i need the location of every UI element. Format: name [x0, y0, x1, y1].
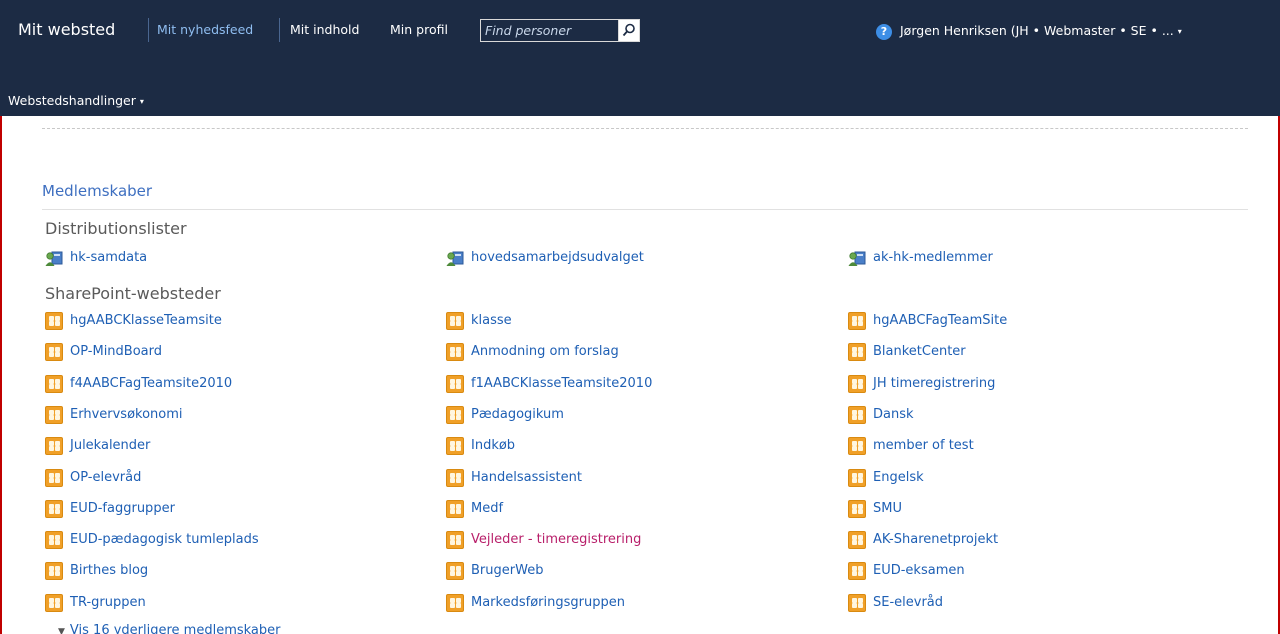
sharepoint-site-icon — [45, 531, 63, 550]
sharepoint-site-icon — [45, 562, 63, 581]
chevron-down-icon: ▾ — [1177, 27, 1182, 36]
item-link-label[interactable]: Pædagogikum — [471, 407, 564, 422]
sharepoint-site-icon — [848, 343, 866, 362]
item-link-label[interactable]: EUD-eksamen — [873, 563, 965, 578]
item-link-label[interactable]: EUD-pædagogisk tumleplads — [70, 532, 259, 547]
sharepoint-site-icon — [848, 562, 866, 581]
dashed-divider — [42, 128, 1248, 129]
sharepoint-site-icon — [45, 343, 63, 362]
nav-link-my-content[interactable]: Mit indhold — [290, 22, 359, 37]
item-link-label[interactable]: TR-gruppen — [70, 595, 146, 610]
site-actions-menu[interactable]: Webstedshandlinger ▾ — [8, 93, 144, 108]
item-link-label[interactable]: hovedsamarbejdsudvalget — [471, 250, 644, 265]
distribution-list-icon — [45, 251, 63, 266]
sharepoint-site-icon — [848, 437, 866, 456]
top-ribbon: Mit websted Mit nyhedsfeed Mit indhold M… — [0, 0, 1280, 116]
section-title-memberships: Medlemskaber — [42, 182, 153, 200]
item-link-label[interactable]: Erhvervsøkonomi — [70, 407, 183, 422]
search-button[interactable] — [618, 20, 639, 41]
sharepoint-site-icon — [45, 437, 63, 456]
people-search — [480, 19, 640, 42]
distribution-list-icon — [446, 251, 464, 266]
item-link-label[interactable]: hgAABCKlasseTeamsite — [70, 313, 222, 328]
item-link-label[interactable]: f1AABCKlasseTeamsite2010 — [471, 376, 652, 391]
site-title[interactable]: Mit websted — [18, 20, 115, 39]
item-link-label[interactable]: ak-hk-medlemmer — [873, 250, 993, 265]
help-icon[interactable]: ? — [876, 24, 892, 40]
item-link-label[interactable]: Anmodning om forslag — [471, 344, 619, 359]
sharepoint-site-icon — [45, 499, 63, 518]
sharepoint-site-icon — [446, 499, 464, 518]
sharepoint-site-icon — [45, 405, 63, 424]
nav-separator — [148, 18, 149, 42]
nav-link-news-feed[interactable]: Mit nyhedsfeed — [157, 22, 253, 37]
distribution-list-icon — [848, 251, 866, 266]
chevron-down-icon: ▼ — [58, 627, 65, 634]
sharepoint-site-icon — [45, 593, 63, 612]
item-link-label[interactable]: Dansk — [873, 407, 914, 422]
sharepoint-site-icon — [848, 405, 866, 424]
sharepoint-site-icon — [446, 437, 464, 456]
item-link-label[interactable]: EUD-faggrupper — [70, 501, 175, 516]
sharepoint-site-icon — [848, 374, 866, 393]
item-link-label[interactable]: JH timeregistrering — [873, 376, 995, 391]
site-actions-label: Webstedshandlinger — [8, 93, 136, 108]
sharepoint-site-icon — [848, 531, 866, 550]
group-heading-distribution-lists: Distributionslister — [45, 219, 187, 238]
item-link-label[interactable]: member of test — [873, 438, 974, 453]
item-link-label[interactable]: AK-Sharenetprojekt — [873, 532, 998, 547]
item-link-label[interactable]: BrugerWeb — [471, 563, 543, 578]
sharepoint-site-icon — [446, 562, 464, 581]
people-search-input[interactable] — [481, 20, 619, 41]
chevron-down-icon: ▾ — [139, 97, 144, 106]
item-link-label[interactable]: Markedsføringsgruppen — [471, 595, 625, 610]
sharepoint-site-icon — [446, 468, 464, 487]
group-heading-sharepoint-sites: SharePoint-websteder — [45, 284, 221, 303]
item-link-label[interactable]: hgAABCFagTeamSite — [873, 313, 1007, 328]
sharepoint-site-icon — [45, 468, 63, 487]
sharepoint-site-icon — [848, 499, 866, 518]
sharepoint-site-icon — [45, 312, 63, 330]
item-link-label[interactable]: OP-elevråd — [70, 470, 141, 485]
sharepoint-site-icon — [446, 405, 464, 424]
show-more-memberships-link[interactable]: ▼ Vis 16 yderligere medlemskaber — [58, 623, 281, 634]
sharepoint-site-icon — [848, 468, 866, 487]
item-link-label[interactable]: Medf — [471, 501, 503, 516]
sharepoint-site-icon — [848, 312, 866, 330]
item-link-label[interactable]: klasse — [471, 313, 512, 328]
item-link-label[interactable]: Engelsk — [873, 470, 924, 485]
user-name: Jørgen Henriksen (JH • Webmaster • SE • … — [900, 23, 1174, 38]
search-icon — [622, 23, 635, 37]
show-more-label: Vis 16 yderligere medlemskaber — [69, 623, 281, 634]
sharepoint-site-icon — [446, 343, 464, 362]
nav-link-my-profile[interactable]: Min profil — [390, 22, 448, 37]
item-link-label[interactable]: SMU — [873, 501, 902, 516]
item-link-label[interactable]: hk-samdata — [70, 250, 147, 265]
item-link-label[interactable]: f4AABCFagTeamsite2010 — [70, 376, 232, 391]
section-divider — [42, 209, 1248, 210]
sharepoint-site-icon — [446, 374, 464, 393]
user-menu[interactable]: Jørgen Henriksen (JH • Webmaster • SE • … — [900, 23, 1182, 38]
sharepoint-site-icon — [45, 374, 63, 393]
item-link-label[interactable]: Indkøb — [471, 438, 515, 453]
item-link-label[interactable]: SE-elevråd — [873, 595, 943, 610]
sharepoint-site-icon — [446, 593, 464, 612]
nav-separator — [279, 18, 280, 42]
sharepoint-site-icon — [446, 312, 464, 330]
item-link-label[interactable]: Vejleder - timeregistrering — [471, 532, 641, 547]
sharepoint-site-icon — [848, 593, 866, 612]
item-link-label[interactable]: Julekalender — [70, 438, 150, 453]
sharepoint-site-icon — [446, 531, 464, 550]
item-link-label[interactable]: Birthes blog — [70, 563, 148, 578]
item-link-label[interactable]: Handelsassistent — [471, 470, 582, 485]
item-link-label[interactable]: OP-MindBoard — [70, 344, 162, 359]
item-link-label[interactable]: BlanketCenter — [873, 344, 966, 359]
